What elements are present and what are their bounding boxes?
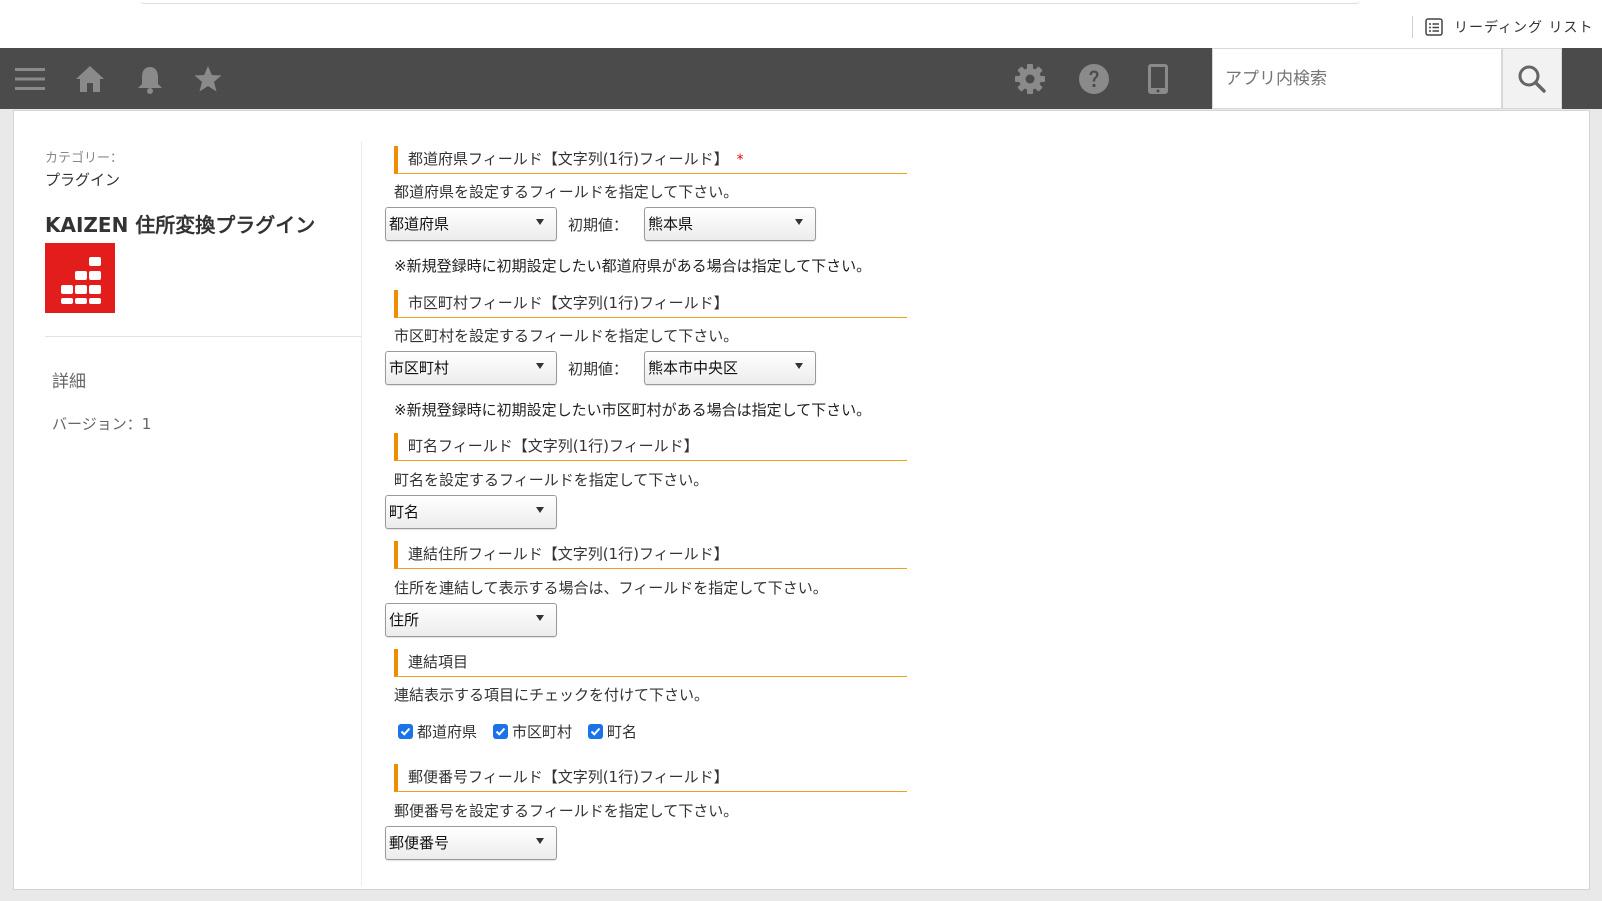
star-icon[interactable] (190, 48, 226, 109)
checkbox-label: 町名 (607, 723, 638, 741)
prefecture-desc: 都道府県を設定するフィールドを指定して下さい。 (394, 183, 739, 201)
dropdown-arrow-icon (536, 615, 544, 621)
dropdown-arrow-icon (536, 363, 544, 369)
prefecture-section-title: 都道府県フィールド【文字列(1行)フィールド】 * (394, 146, 907, 174)
city-initial-value: 熊本市中央区 (648, 359, 739, 377)
postal-field-value: 郵便番号 (389, 834, 450, 852)
search-icon (1518, 65, 1546, 93)
prefecture-initial-value: 熊本県 (648, 215, 694, 233)
dropdown-arrow-icon (536, 507, 544, 513)
dropdown-arrow-icon (795, 219, 803, 225)
sidebar-divider (45, 336, 361, 337)
category-label: カテゴリー： (45, 151, 124, 166)
postal-title-text: 郵便番号フィールド【文字列(1行)フィールド】 (408, 768, 729, 786)
city-title-text: 市区町村フィールド【文字列(1行)フィールド】 (408, 294, 729, 312)
checkbox-prefecture[interactable]: 都道府県 (398, 721, 477, 742)
checkbox-label: 市区町村 (512, 723, 573, 741)
address-bar-edge (140, 0, 1360, 4)
checkbox-town[interactable]: 町名 (588, 721, 637, 742)
home-icon[interactable] (72, 48, 108, 109)
menu-icon[interactable] (12, 48, 48, 109)
address-section-title: 連結住所フィールド【文字列(1行)フィールド】 (394, 541, 907, 569)
postal-desc: 郵便番号を設定するフィールドを指定して下さい。 (394, 802, 739, 820)
reading-list-icon (1425, 18, 1443, 36)
gear-icon[interactable] (1012, 48, 1048, 109)
city-field-value: 市区町村 (389, 359, 450, 377)
concat-desc: 連結表示する項目にチェックを付けて下さい。 (394, 686, 710, 704)
concat-checkbox-group: 都道府県 市区町村 町名 (398, 721, 653, 742)
city-initial-label: 初期値： (568, 360, 629, 378)
detail-link[interactable]: 詳細 (52, 367, 86, 392)
checkbox-checked-icon[interactable] (398, 724, 413, 739)
plugin-logo (45, 243, 115, 313)
prefecture-field-select[interactable]: 都道府県 (385, 207, 557, 241)
town-field-value: 町名 (389, 503, 420, 521)
search-button[interactable] (1502, 48, 1562, 109)
concat-section-title: 連結項目 (394, 649, 907, 677)
prefecture-field-value: 都道府県 (389, 215, 450, 233)
required-mark: * (736, 152, 744, 168)
column-divider (361, 141, 362, 886)
prefecture-initial-label: 初期値： (568, 216, 629, 234)
checkbox-checked-icon[interactable] (493, 724, 509, 739)
prefecture-initial-select[interactable]: 熊本県 (644, 207, 816, 241)
bell-icon[interactable] (132, 48, 168, 109)
city-initial-select[interactable]: 熊本市中央区 (644, 351, 816, 385)
reading-list-button[interactable]: リーディング リスト (1424, 14, 1593, 40)
mobile-icon[interactable] (1140, 48, 1176, 109)
checkbox-city[interactable]: 市区町村 (493, 721, 572, 742)
app-search-input[interactable] (1212, 48, 1502, 109)
address-desc: 住所を連結して表示する場合は、フィールドを指定して下さい。 (394, 579, 828, 597)
town-desc: 町名を設定するフィールドを指定して下さい。 (394, 471, 709, 489)
toolbar-divider (1412, 16, 1413, 38)
address-title-text: 連結住所フィールド【文字列(1行)フィールド】 (408, 545, 729, 563)
plugin-title: KAIZEN 住所変換プラグイン (45, 213, 316, 237)
plugin-logo-mark (61, 257, 101, 304)
prefecture-note: ※新規登録時に初期設定したい都道府県がある場合は指定して下さい。 (394, 257, 872, 275)
category-value: プラグイン (45, 171, 121, 189)
version-text: バージョン：1 (52, 415, 152, 433)
address-field-select[interactable]: 住所 (385, 603, 557, 637)
postal-field-select[interactable]: 郵便番号 (385, 826, 557, 860)
help-icon[interactable] (1076, 48, 1112, 109)
concat-title-text: 連結項目 (408, 653, 469, 671)
plugin-settings-panel: カテゴリー： プラグイン KAIZEN 住所変換プラグイン 詳細 バージョン：1… (13, 110, 1590, 890)
reading-list-label: リーディング リスト (1454, 20, 1594, 36)
city-desc: 市区町村を設定するフィールドを指定して下さい。 (394, 327, 739, 345)
town-section-title: 町名フィールド【文字列(1行)フィールド】 (394, 433, 907, 461)
plugin-info-sidebar: カテゴリー： プラグイン KAIZEN 住所変換プラグイン 詳細 バージョン：1 (14, 111, 361, 891)
town-title-text: 町名フィールド【文字列(1行)フィールド】 (408, 437, 699, 455)
city-note: ※新規登録時に初期設定したい市区町村がある場合は指定して下さい。 (394, 401, 872, 419)
checkbox-label: 都道府県 (417, 723, 478, 741)
postal-section-title: 郵便番号フィールド【文字列(1行)フィールド】 (394, 764, 907, 792)
city-field-select[interactable]: 市区町村 (385, 351, 557, 385)
dropdown-arrow-icon (795, 363, 803, 369)
city-section-title: 市区町村フィールド【文字列(1行)フィールド】 (394, 290, 907, 318)
browser-toolbar: リーディング リスト (0, 0, 1602, 48)
prefecture-title-text: 都道府県フィールド【文字列(1行)フィールド】 (408, 150, 729, 168)
dropdown-arrow-icon (536, 219, 544, 225)
checkbox-checked-icon[interactable] (588, 724, 604, 739)
address-field-value: 住所 (389, 611, 420, 629)
town-field-select[interactable]: 町名 (385, 495, 557, 529)
dropdown-arrow-icon (536, 838, 544, 844)
